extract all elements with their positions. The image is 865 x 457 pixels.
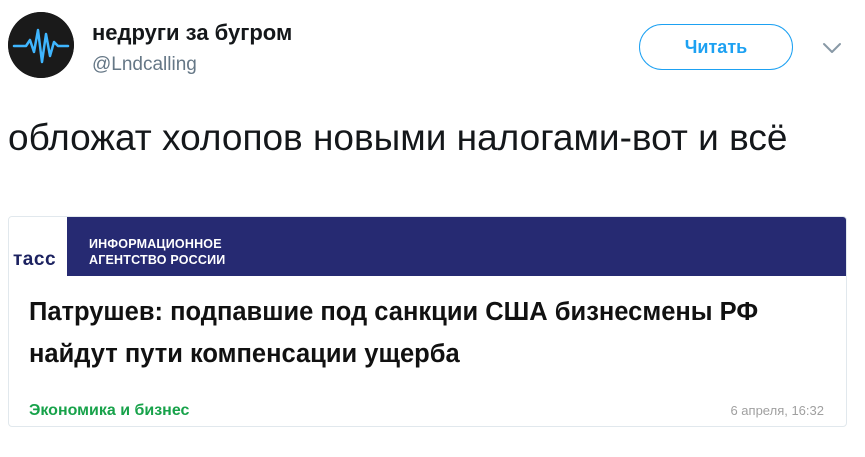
chevron-down-icon[interactable] [820, 40, 844, 56]
card-banner: тасс ИНФОРМАЦИОННОЕ АГЕНТСТВО РОССИИ [9, 217, 846, 276]
waveform-icon [8, 12, 74, 78]
banner-line-1: ИНФОРМАЦИОННОЕ [89, 237, 222, 251]
card-timestamp: 6 апреля, 16:32 [730, 403, 824, 418]
link-card[interactable]: тасс ИНФОРМАЦИОННОЕ АГЕНТСТВО РОССИИ Пат… [8, 216, 847, 427]
banner-line-2: АГЕНТСТВО РОССИИ [89, 253, 226, 267]
card-headline[interactable]: Патрушев: подпавшие под санкции США бизн… [29, 291, 839, 375]
tweet-text: обложат холопов новыми налогами-вот и вс… [8, 117, 788, 158]
follow-button[interactable]: Читать [639, 24, 793, 70]
display-name[interactable]: недруги за бугром [92, 20, 292, 46]
tass-logo: тасс [13, 249, 57, 270]
avatar[interactable] [8, 12, 74, 78]
card-category[interactable]: Экономика и бизнес [29, 402, 189, 420]
user-handle[interactable]: @Lndcalling [92, 54, 197, 76]
